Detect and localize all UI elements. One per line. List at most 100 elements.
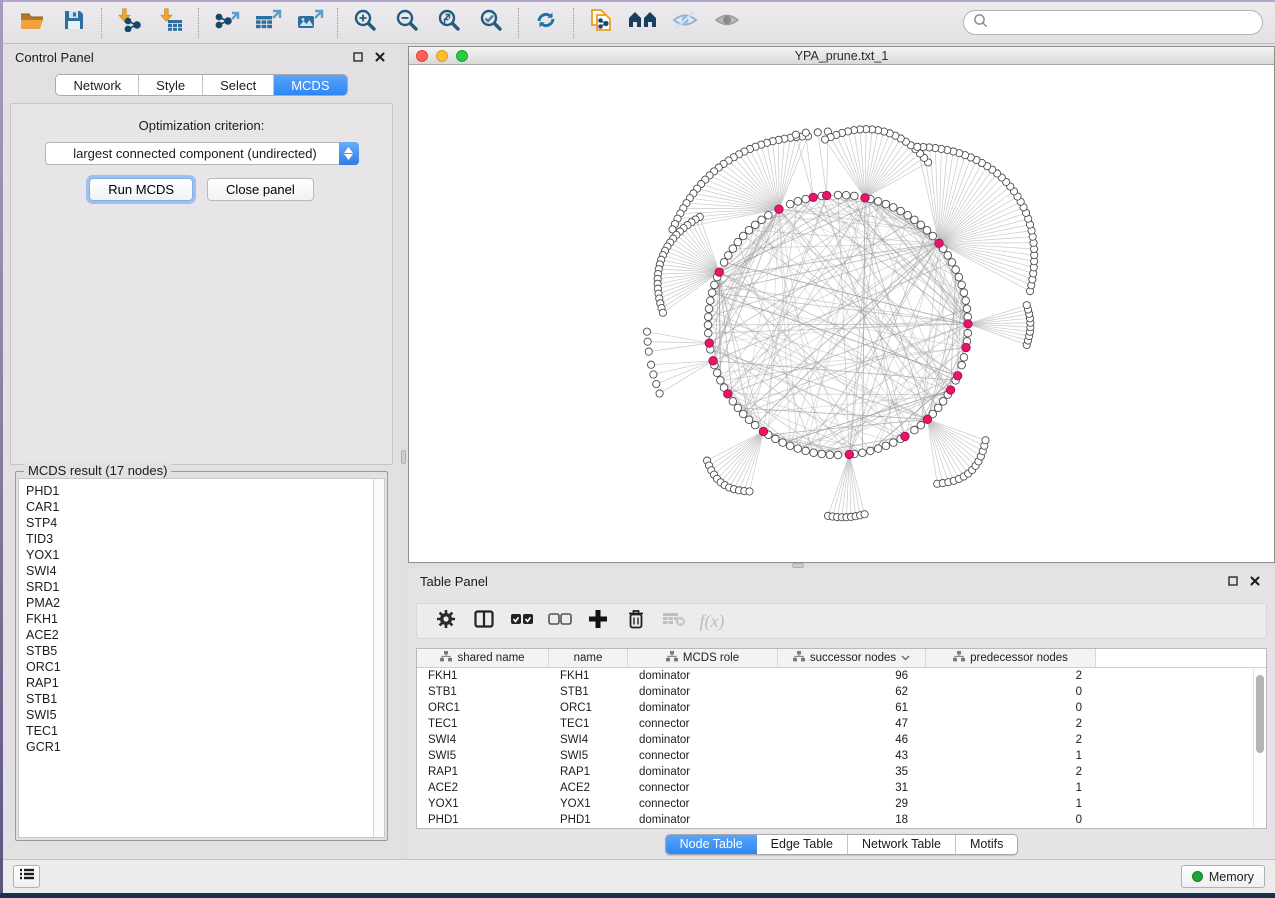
mcds-result-item[interactable]: SWI4 xyxy=(26,563,373,579)
export-network-button[interactable] xyxy=(205,6,247,40)
table-row[interactable]: RAP1RAP1dominator352 xyxy=(417,764,1266,780)
node-table[interactable]: shared namenameMCDS rolesuccessor nodesp… xyxy=(416,648,1267,829)
zoom-fit-button[interactable] xyxy=(428,6,470,40)
mcds-result-item[interactable]: YOX1 xyxy=(26,547,373,563)
table-header-row: shared namenameMCDS rolesuccessor nodesp… xyxy=(417,649,1266,668)
table-scrollbar[interactable] xyxy=(1253,669,1265,827)
table-row[interactable]: YOX1YOX1connector291 xyxy=(417,796,1266,812)
table-tabs-bar: Node TableEdge TableNetwork TableMotifs xyxy=(408,829,1275,859)
eye-slash-icon xyxy=(671,9,699,36)
table-settings-button[interactable] xyxy=(427,606,465,636)
import-table-button[interactable] xyxy=(150,6,192,40)
tree-icon xyxy=(793,651,805,665)
delete-table-button[interactable] xyxy=(655,606,693,636)
optimization-criterion-label: Optimization criterion: xyxy=(11,118,392,133)
zoom-out-button[interactable] xyxy=(386,6,428,40)
first-neighbors-button[interactable] xyxy=(622,6,664,40)
column-header-MCDS-role[interactable]: MCDS role xyxy=(628,649,778,667)
control-panel-title: Control Panel xyxy=(15,50,94,65)
mcds-result-item[interactable]: SRD1 xyxy=(26,579,373,595)
export-image-button[interactable] xyxy=(289,6,331,40)
run-mcds-button[interactable]: Run MCDS xyxy=(89,178,193,201)
tab-motifs[interactable]: Motifs xyxy=(956,835,1017,854)
table-row[interactable]: ORC1ORC1dominator610 xyxy=(417,700,1266,716)
hide-graphics-details-button[interactable] xyxy=(664,6,706,40)
network-canvas[interactable] xyxy=(409,65,1274,562)
main-area: Control Panel NetworkStyleSelectMCDS Opt… xyxy=(3,44,1275,859)
tab-style[interactable]: Style xyxy=(139,75,203,95)
show-panels-button[interactable] xyxy=(13,865,40,888)
mcds-result-item[interactable]: SWI5 xyxy=(26,707,373,723)
zoom-in-button[interactable] xyxy=(344,6,386,40)
tab-select[interactable]: Select xyxy=(203,75,274,95)
mcds-result-item[interactable]: TID3 xyxy=(26,531,373,547)
table-row[interactable]: STB1STB1dominator620 xyxy=(417,684,1266,700)
column-view-button[interactable] xyxy=(465,606,503,636)
column-header-name[interactable]: name xyxy=(549,649,628,667)
mcds-result-item[interactable]: STP4 xyxy=(26,515,373,531)
open-file-button[interactable] xyxy=(11,6,53,40)
column-header-shared-name[interactable]: shared name xyxy=(417,649,549,667)
vertical-splitter[interactable] xyxy=(400,44,408,859)
tab-network-table[interactable]: Network Table xyxy=(848,835,956,854)
duplicate-network-icon xyxy=(588,7,614,38)
mcds-result-item[interactable]: GCR1 xyxy=(26,739,373,755)
mcds-result-item[interactable]: STB5 xyxy=(26,643,373,659)
search-box[interactable] xyxy=(963,10,1263,35)
network-window-titlebar[interactable]: YPA_prune.txt_1 xyxy=(409,47,1274,65)
mcds-result-item[interactable]: PMA2 xyxy=(26,595,373,611)
delete-column-button[interactable] xyxy=(617,606,655,636)
main-toolbar xyxy=(3,2,1275,44)
save-session-button[interactable] xyxy=(53,6,95,40)
control-panel: Control Panel NetworkStyleSelectMCDS Opt… xyxy=(3,44,400,859)
table-row[interactable]: SWI5SWI5connector431 xyxy=(417,748,1266,764)
list-icon xyxy=(19,867,35,886)
tab-mcds[interactable]: MCDS xyxy=(274,75,346,95)
memory-button[interactable]: Memory xyxy=(1181,865,1265,888)
table-row[interactable]: TEC1TEC1connector472 xyxy=(417,716,1266,732)
refresh-network-button[interactable] xyxy=(525,6,567,40)
network-graph xyxy=(409,65,1272,562)
horizontal-splitter[interactable] xyxy=(408,563,1275,568)
mcds-result-item[interactable]: ACE2 xyxy=(26,627,373,643)
export-image-icon xyxy=(296,8,324,37)
table-row[interactable]: SWI4SWI4dominator462 xyxy=(417,732,1266,748)
close-panel-button-mcds[interactable]: Close panel xyxy=(207,178,314,201)
control-panel-tabbar: NetworkStyleSelectMCDS xyxy=(3,74,400,96)
mcds-result-list[interactable]: PHD1CAR1STP4TID3YOX1SWI4SRD1PMA2FKH1ACE2… xyxy=(18,478,385,838)
float-panel-button[interactable] xyxy=(350,49,366,65)
table-scrollbar-thumb[interactable] xyxy=(1256,675,1264,753)
mcds-result-item[interactable]: STB1 xyxy=(26,691,373,707)
tab-edge-table[interactable]: Edge Table xyxy=(757,835,848,854)
duplicate-network-button[interactable] xyxy=(580,6,622,40)
mcds-result-item[interactable]: CAR1 xyxy=(26,499,373,515)
close-table-panel-button[interactable] xyxy=(1247,573,1263,589)
float-table-panel-button[interactable] xyxy=(1225,573,1241,589)
search-input[interactable] xyxy=(994,15,1253,30)
column-header-successor-nodes[interactable]: successor nodes xyxy=(778,649,926,667)
table-row[interactable]: PHD1PHD1dominator180 xyxy=(417,812,1266,828)
tab-network[interactable]: Network xyxy=(56,75,139,95)
optimization-criterion-select[interactable]: largest connected component (undirected) xyxy=(45,142,359,165)
import-network-button[interactable] xyxy=(108,6,150,40)
function-builder-button[interactable]: f(x) xyxy=(693,606,731,636)
add-column-button[interactable] xyxy=(579,606,617,636)
show-graphics-details-button[interactable] xyxy=(706,6,748,40)
mcds-result-item[interactable]: RAP1 xyxy=(26,675,373,691)
deselect-all-columns-button[interactable] xyxy=(541,606,579,636)
mcds-result-scrollbar[interactable] xyxy=(373,479,384,837)
table-row[interactable]: FKH1FKH1dominator962 xyxy=(417,668,1266,684)
tab-node-table[interactable]: Node Table xyxy=(666,835,757,854)
mcds-result-item[interactable]: FKH1 xyxy=(26,611,373,627)
select-all-columns-button[interactable] xyxy=(503,606,541,636)
mcds-result-item[interactable]: PHD1 xyxy=(26,483,373,499)
column-header-predecessor-nodes[interactable]: predecessor nodes xyxy=(926,649,1096,667)
mcds-result-item[interactable]: ORC1 xyxy=(26,659,373,675)
table-row[interactable]: ACE2ACE2connector311 xyxy=(417,780,1266,796)
mcds-result-item[interactable]: TEC1 xyxy=(26,723,373,739)
export-table-button[interactable] xyxy=(247,6,289,40)
close-panel-button[interactable] xyxy=(372,49,388,65)
application-window: Control Panel NetworkStyleSelectMCDS Opt… xyxy=(3,2,1275,893)
gear-icon xyxy=(435,608,457,635)
zoom-selected-button[interactable] xyxy=(470,6,512,40)
